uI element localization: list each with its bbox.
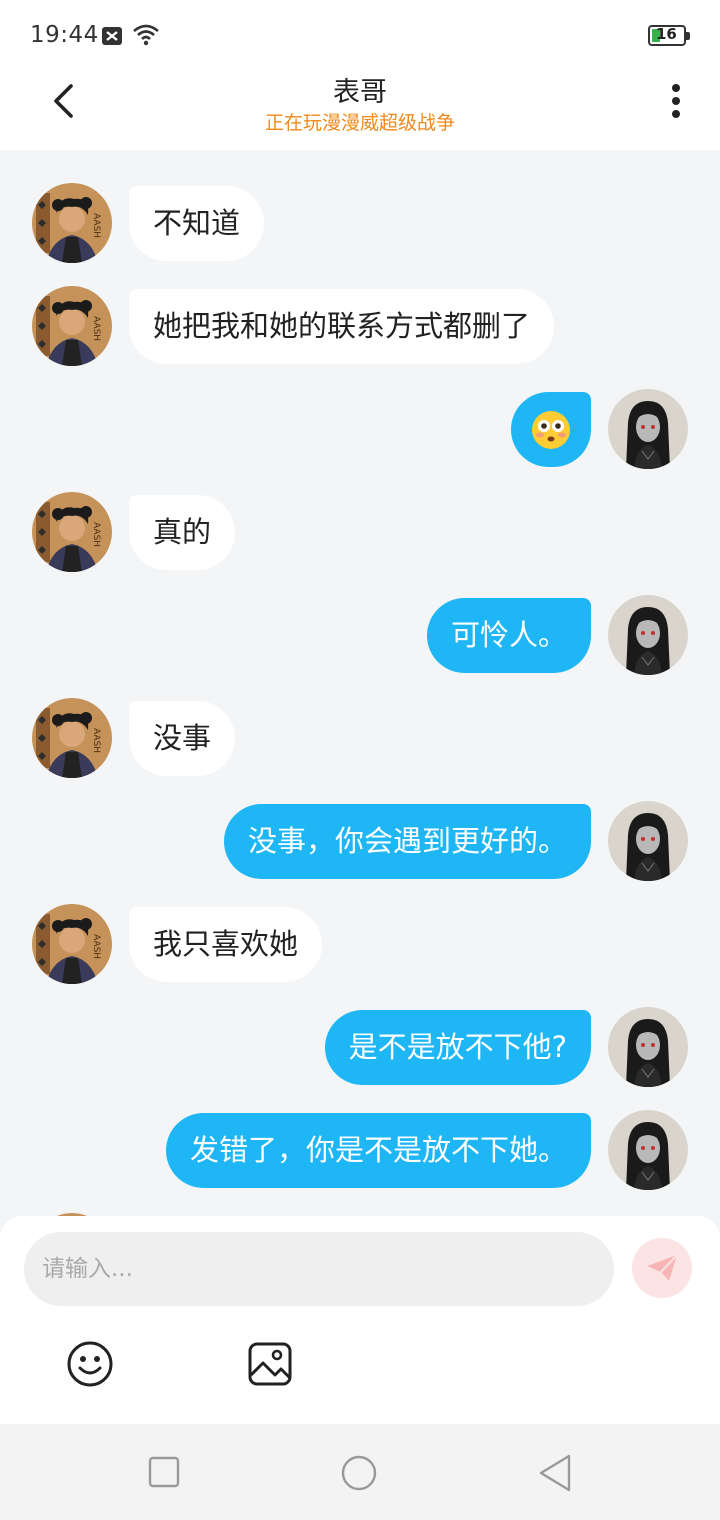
contact-avatar[interactable] (32, 698, 112, 778)
message-bubble-received[interactable]: 我只喜欢她 (129, 907, 323, 982)
triangle-back-icon[interactable] (537, 1453, 573, 1493)
message-bubble-sent[interactable]: 可怜人。 (426, 598, 591, 673)
vertical-dots-icon (672, 84, 680, 118)
circle-icon[interactable] (340, 1454, 378, 1492)
contact-status: 正在玩漫漫威超级战争 (264, 112, 455, 134)
status-time: 19:44 (30, 22, 99, 48)
message-bubble-received[interactable]: 没事 (129, 701, 236, 776)
message-bubble-received[interactable]: 真的 (129, 495, 236, 570)
image-icon[interactable] (244, 1338, 296, 1390)
message-bubble-sent[interactable]: 没事，你会遇到更好的。 (223, 804, 591, 879)
chat-header: 表哥 正在玩漫漫威超级战争 (0, 60, 720, 150)
message-row-received: 我只喜欢她 (0, 904, 720, 984)
paper-plane-icon (647, 1254, 678, 1281)
message-row-sent (0, 389, 720, 469)
smiley-icon[interactable] (64, 1338, 116, 1390)
user-avatar[interactable] (608, 389, 688, 469)
message-row-sent: 没事，你会遇到更好的。 (0, 801, 720, 881)
message-row-received: 没事 (0, 698, 720, 778)
user-avatar[interactable] (608, 595, 688, 675)
message-input[interactable]: 请输入... (24, 1232, 614, 1306)
message-bubble-sent[interactable]: 是不是放不下他? (324, 1010, 591, 1085)
battery-level: 16 (656, 25, 677, 43)
user-avatar[interactable] (608, 801, 688, 881)
user-avatar[interactable] (608, 1007, 688, 1087)
message-row-received: 真的 (0, 492, 720, 572)
send-button[interactable] (632, 1238, 692, 1298)
contact-avatar[interactable] (32, 492, 112, 572)
square-icon[interactable] (148, 1456, 180, 1488)
message-bubble-sent[interactable]: 发错了，你是不是放不下她。 (165, 1113, 591, 1188)
flushed-face-emoji-icon (532, 410, 570, 449)
message-row-received: 她把我和她的联系方式都删了 (0, 286, 720, 366)
user-avatar[interactable] (608, 1110, 688, 1190)
more-options-button[interactable] (656, 78, 696, 124)
message-composer: 请输入... (0, 1216, 720, 1424)
battery-indicator: 16 (648, 25, 690, 46)
contact-avatar[interactable] (32, 286, 112, 366)
message-bubble-received[interactable]: 她把我和她的联系方式都删了 (129, 289, 555, 364)
message-row-received: 不知道 (0, 183, 720, 263)
system-nav-bar (0, 1424, 720, 1520)
message-bubble-received[interactable]: 不知道 (129, 186, 265, 261)
message-list[interactable]: 不知道 她把我和她的联系方式都删了 真的 可怜人。 没事 没事，你会遇到更好的。… (0, 150, 720, 1220)
contact-name: 表哥 (333, 77, 387, 108)
contact-avatar[interactable] (32, 183, 112, 263)
message-row-sent: 可怜人。 (0, 595, 720, 675)
contact-avatar[interactable] (32, 904, 112, 984)
wifi-icon (133, 24, 159, 46)
message-row-sent: 发错了，你是不是放不下她。 (0, 1110, 720, 1190)
notification-icon (102, 27, 122, 45)
message-bubble-sent[interactable] (511, 392, 591, 467)
message-row-sent: 是不是放不下他? (0, 1007, 720, 1087)
